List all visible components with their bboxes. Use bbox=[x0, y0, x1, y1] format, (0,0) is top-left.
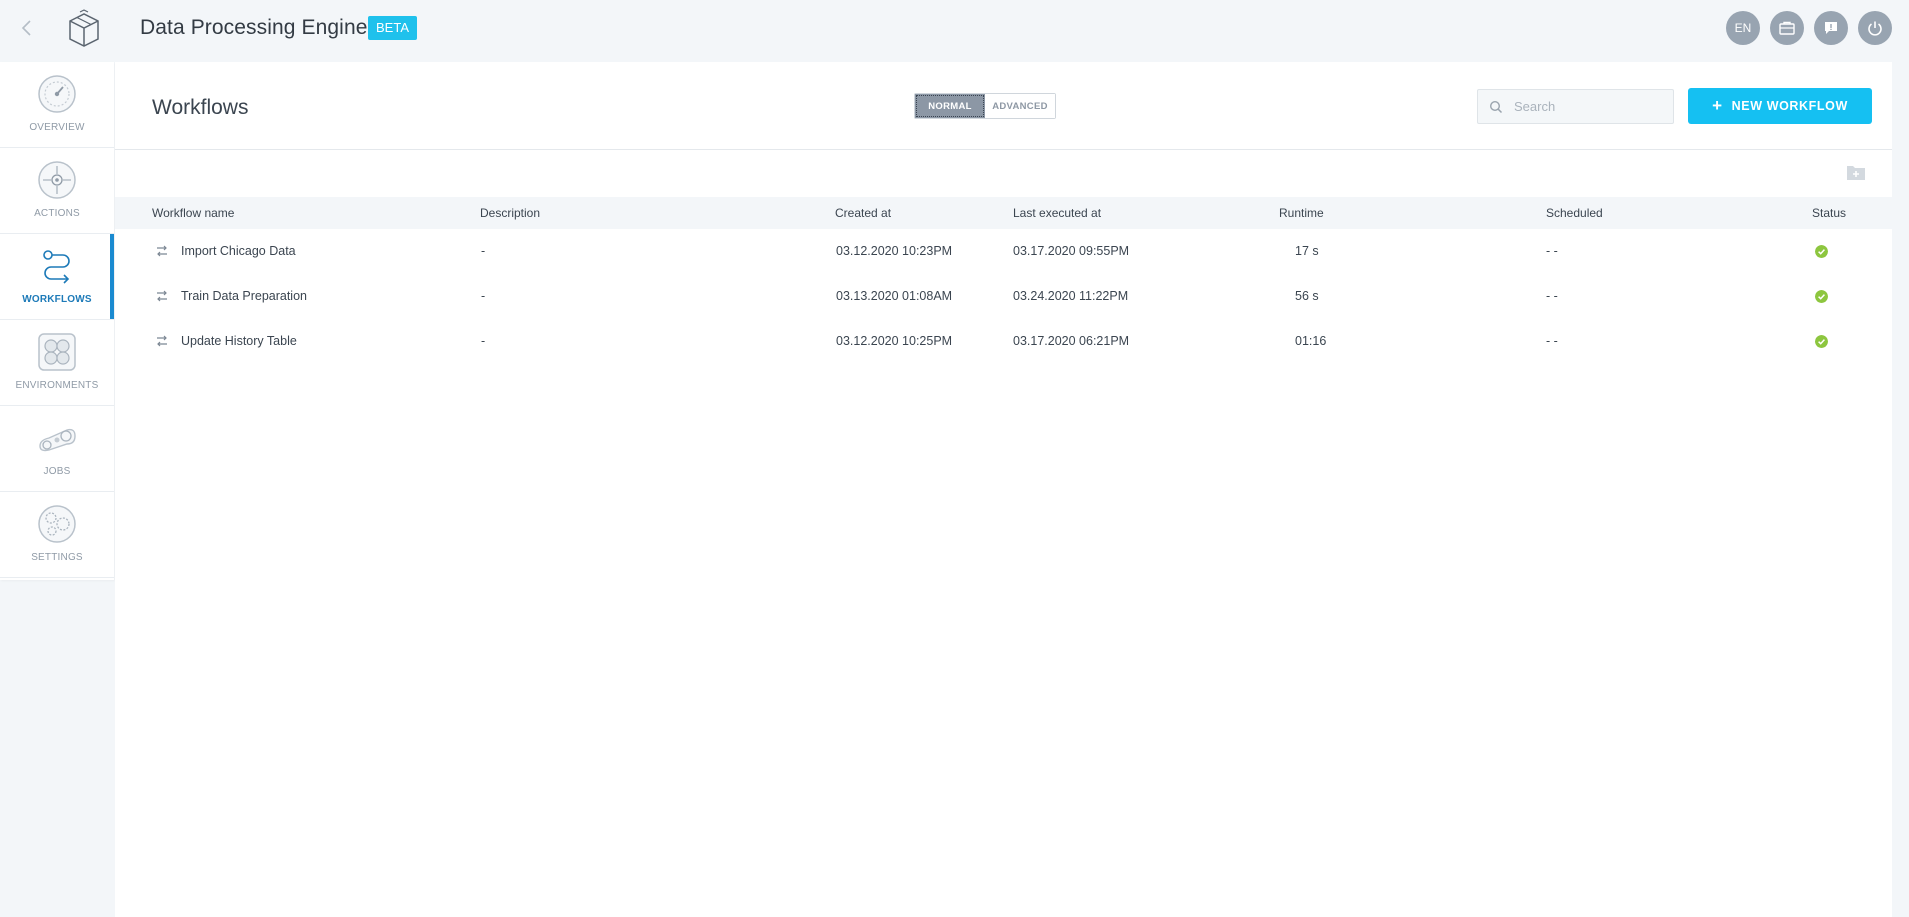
sidebar: OVERVIEW ACTIONS WORKFLOWS ENVIRONMENTS bbox=[0, 62, 114, 580]
box-logo-icon[interactable] bbox=[66, 9, 102, 49]
settings-icon bbox=[38, 505, 76, 543]
column-header-description[interactable]: Description bbox=[480, 206, 540, 220]
plus-icon: + bbox=[1712, 96, 1723, 115]
sidebar-item-label: SETTINGS bbox=[31, 552, 83, 563]
workflow-icon bbox=[43, 250, 70, 284]
column-header-status[interactable]: Status bbox=[1812, 206, 1846, 220]
briefcase-icon bbox=[1779, 21, 1795, 35]
new-workflow-button[interactable]: + NEW WORKFLOW bbox=[1688, 88, 1872, 124]
table-header: Workflow name Description Created at Las… bbox=[115, 197, 1892, 229]
sidebar-item-actions[interactable]: ACTIONS bbox=[0, 148, 114, 234]
page-title: Workflows bbox=[152, 96, 249, 119]
table-row[interactable]: Import Chicago Data - 03.12.2020 10:23PM… bbox=[115, 229, 1892, 274]
new-workflow-label: NEW WORKFLOW bbox=[1731, 99, 1848, 113]
app-title: Data Processing Engine bbox=[140, 16, 368, 39]
success-check-icon bbox=[1815, 245, 1828, 258]
power-icon bbox=[1868, 21, 1882, 36]
sidebar-item-label: WORKFLOWS bbox=[22, 294, 92, 305]
workflow-description: - bbox=[481, 289, 486, 303]
header-actions: EN bbox=[1726, 11, 1892, 45]
workflow-description: - bbox=[481, 244, 486, 258]
language-label: EN bbox=[1734, 21, 1752, 35]
workflow-name[interactable]: Train Data Preparation bbox=[181, 274, 307, 319]
search-box bbox=[1477, 89, 1674, 124]
sidebar-item-workflows[interactable]: WORKFLOWS bbox=[0, 234, 114, 320]
success-check-icon bbox=[1815, 335, 1828, 348]
briefcase-button[interactable] bbox=[1770, 11, 1804, 45]
success-check-icon bbox=[1815, 290, 1828, 303]
workflow-description: - bbox=[481, 334, 486, 348]
sidebar-item-label: ENVIRONMENTS bbox=[15, 380, 99, 391]
column-header-name[interactable]: Workflow name bbox=[152, 206, 234, 220]
target-icon bbox=[38, 161, 76, 199]
workflow-last-executed: 03.17.2020 06:21PM bbox=[1013, 334, 1130, 348]
page-header: Workflows NORMAL ADVANCED + NEW WORKFLOW bbox=[115, 62, 1892, 150]
sidebar-item-overview[interactable]: OVERVIEW bbox=[0, 62, 114, 148]
search-icon bbox=[1489, 100, 1503, 114]
mode-toggle: NORMAL ADVANCED bbox=[914, 93, 1056, 119]
workflow-last-executed: 03.17.2020 09:55PM bbox=[1013, 244, 1130, 258]
workflow-scheduled: - - bbox=[1546, 334, 1558, 348]
workflow-runtime: 17 s bbox=[1295, 244, 1319, 258]
column-header-scheduled[interactable]: Scheduled bbox=[1546, 206, 1603, 220]
feedback-button[interactable] bbox=[1814, 11, 1848, 45]
beta-badge: BETA bbox=[368, 16, 417, 40]
sidebar-item-label: OVERVIEW bbox=[29, 122, 85, 133]
back-arrow-icon[interactable] bbox=[17, 16, 37, 40]
main-panel: Workflows NORMAL ADVANCED + NEW WORKFLOW… bbox=[115, 62, 1892, 917]
workflow-row-icon bbox=[157, 335, 167, 347]
mode-advanced-button[interactable]: ADVANCED bbox=[985, 94, 1055, 118]
workflow-created: 03.12.2020 10:23PM bbox=[836, 244, 953, 258]
workflow-scheduled: - - bbox=[1546, 289, 1558, 303]
cluster-icon bbox=[38, 333, 76, 371]
workflow-runtime: 01:16 bbox=[1295, 334, 1327, 348]
chat-alert-icon bbox=[1825, 22, 1837, 34]
table-row[interactable]: Update History Table - 03.12.2020 10:25P… bbox=[115, 319, 1892, 364]
sidebar-item-environments[interactable]: ENVIRONMENTS bbox=[0, 320, 114, 406]
gears-icon bbox=[39, 428, 76, 452]
sidebar-item-label: ACTIONS bbox=[34, 208, 80, 219]
workflow-name[interactable]: Import Chicago Data bbox=[181, 229, 296, 274]
search-input[interactable] bbox=[1514, 90, 1664, 123]
sidebar-item-settings[interactable]: SETTINGS bbox=[0, 492, 114, 578]
sidebar-item-label: JOBS bbox=[43, 466, 71, 477]
workflow-scheduled: - - bbox=[1546, 244, 1558, 258]
power-button[interactable] bbox=[1858, 11, 1892, 45]
column-header-created[interactable]: Created at bbox=[835, 206, 891, 220]
mode-normal-button[interactable]: NORMAL bbox=[915, 94, 985, 118]
gauge-icon bbox=[38, 75, 76, 113]
workflow-row-icon bbox=[157, 290, 167, 302]
language-button[interactable]: EN bbox=[1726, 11, 1760, 45]
workflow-created: 03.13.2020 01:08AM bbox=[836, 289, 953, 303]
sidebar-item-jobs[interactable]: JOBS bbox=[0, 406, 114, 492]
top-bar: Data Processing Engine BETA EN bbox=[0, 0, 1909, 62]
workflow-created: 03.12.2020 10:25PM bbox=[836, 334, 953, 348]
workflow-row-icon bbox=[157, 245, 167, 257]
workflow-name[interactable]: Update History Table bbox=[181, 319, 297, 364]
add-folder-icon[interactable] bbox=[1846, 163, 1866, 181]
workflow-last-executed: 03.24.2020 11:22PM bbox=[1013, 289, 1129, 303]
column-header-last-executed[interactable]: Last executed at bbox=[1013, 206, 1101, 220]
workflow-runtime: 56 s bbox=[1295, 289, 1319, 303]
column-header-runtime[interactable]: Runtime bbox=[1279, 206, 1324, 220]
table-row[interactable]: Train Data Preparation - 03.13.2020 01:0… bbox=[115, 274, 1892, 319]
